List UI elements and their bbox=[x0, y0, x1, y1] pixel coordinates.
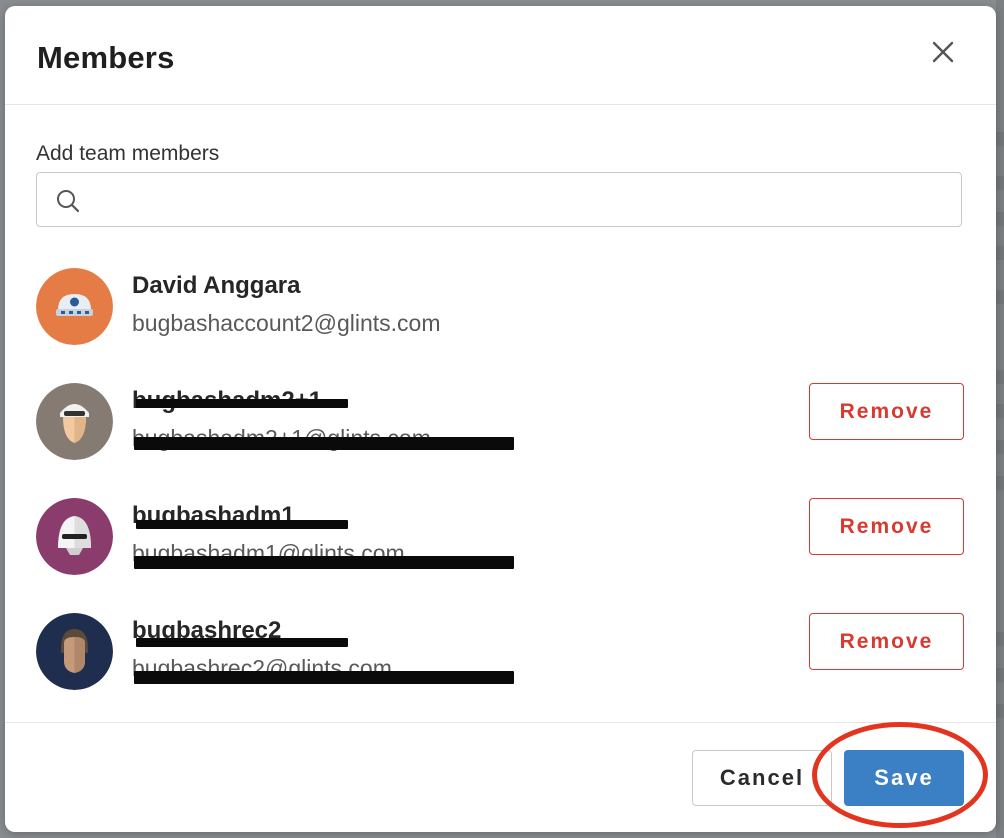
close-button[interactable] bbox=[927, 36, 959, 68]
redaction-mark bbox=[134, 671, 514, 684]
dialog-header: Members bbox=[5, 6, 996, 105]
member-row: David Anggara bugbashaccount2@glints.com bbox=[36, 268, 964, 348]
search-icon bbox=[57, 190, 80, 213]
dialog-footer: Cancel Save bbox=[5, 722, 996, 832]
background-text bbox=[996, 476, 1004, 490]
cancel-button[interactable]: Cancel bbox=[692, 750, 832, 806]
member-email: bugbashaccount2@glints.com bbox=[132, 310, 441, 336]
remove-button[interactable]: Remove bbox=[809, 383, 964, 440]
robot-avatar-icon bbox=[36, 268, 113, 345]
remove-button[interactable]: Remove bbox=[809, 498, 964, 555]
background-text bbox=[996, 370, 1004, 384]
redaction-mark bbox=[136, 520, 348, 529]
search-field[interactable] bbox=[36, 172, 962, 227]
redaction-mark bbox=[134, 437, 514, 450]
background-text bbox=[996, 246, 1004, 260]
trooper-avatar-icon bbox=[36, 498, 113, 575]
background-text bbox=[996, 668, 1004, 682]
add-members-label: Add team members bbox=[36, 142, 220, 165]
background-text bbox=[996, 704, 1004, 718]
background-text bbox=[996, 132, 1004, 146]
redaction-mark bbox=[136, 638, 348, 647]
person-avatar-icon bbox=[36, 613, 113, 690]
member-row: bugbashadm1 bugbashadm1@glints.com Remov… bbox=[36, 498, 964, 578]
background-text bbox=[996, 632, 1004, 646]
avatar bbox=[36, 613, 113, 690]
background-page bbox=[996, 0, 1004, 838]
close-icon bbox=[932, 41, 954, 63]
background-text bbox=[996, 440, 1004, 454]
search-input[interactable] bbox=[93, 181, 947, 221]
member-row: bugbashadm2+1 bugbashadm2+1@glints.com R… bbox=[36, 383, 964, 463]
background-text bbox=[996, 176, 1004, 190]
redaction-mark bbox=[134, 556, 514, 569]
dialog-title: Members bbox=[37, 40, 175, 75]
member-row: bugbashrec2 bugbashrec2@glints.com Remov… bbox=[36, 613, 964, 693]
avatar bbox=[36, 383, 113, 460]
background-text bbox=[996, 212, 1004, 226]
remove-button[interactable]: Remove bbox=[809, 613, 964, 670]
background-text bbox=[996, 290, 1004, 304]
save-button[interactable]: Save bbox=[844, 750, 964, 806]
members-dialog: Members Add team members David Anggara b… bbox=[5, 6, 996, 832]
redaction-mark bbox=[136, 399, 348, 408]
member-name: David Anggara bbox=[132, 272, 301, 299]
avatar bbox=[36, 498, 113, 575]
avatar bbox=[36, 268, 113, 345]
background-text bbox=[996, 404, 1004, 418]
character-avatar-icon bbox=[36, 383, 113, 460]
